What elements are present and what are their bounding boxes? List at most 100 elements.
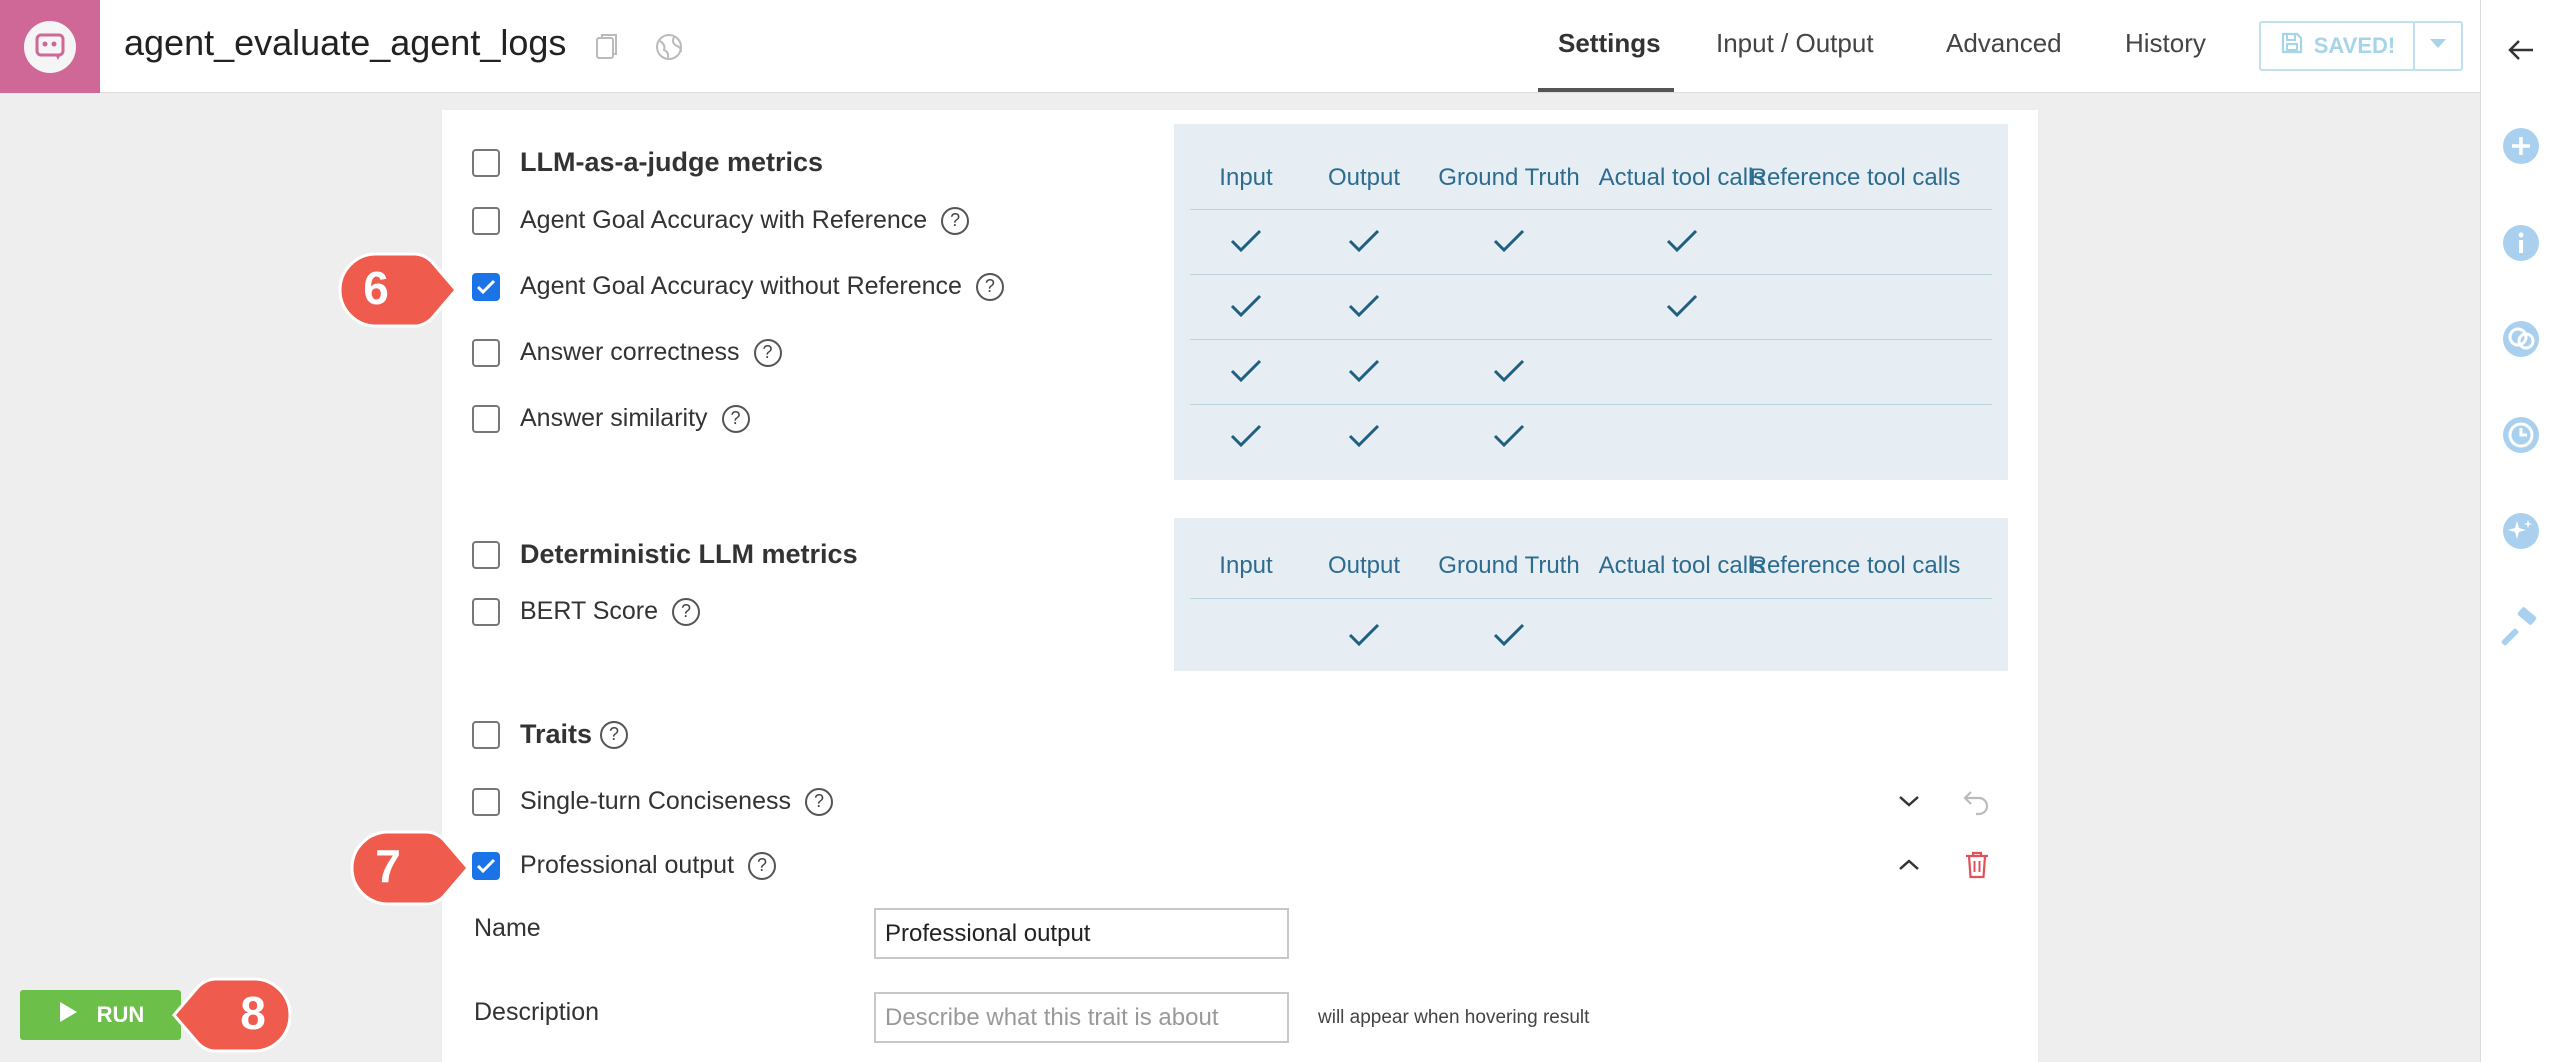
metric-row-goal-accuracy-with-reference: Agent Goal Accuracy with Reference ? — [472, 206, 970, 235]
requirement-check-icon — [1666, 294, 1698, 318]
deterministic-select-all-checkbox[interactable] — [472, 540, 500, 569]
metric-label: Answer correctness — [520, 338, 740, 366]
metric-row-bert-score: BERT Score ? — [472, 597, 701, 626]
tab-settings[interactable]: Settings — [1558, 28, 1661, 59]
table-divider — [1190, 339, 1992, 340]
callout-number: 6 — [363, 262, 389, 314]
active-tab-indicator — [1538, 88, 1674, 92]
trait-label: Single-turn Conciseness — [520, 787, 791, 815]
discussions-icon[interactable] — [2501, 319, 2541, 359]
column-header-output: Output — [1327, 164, 1401, 191]
trait-checkbox[interactable] — [472, 787, 500, 816]
column-header-input: Input — [1219, 164, 1273, 191]
requirement-check-icon — [1348, 623, 1380, 647]
description-field-label: Description — [474, 998, 600, 1026]
expand-chevron-down-icon[interactable] — [1892, 784, 1926, 818]
callout-marker-7: 7 — [348, 828, 472, 908]
tab-input-output[interactable]: Input / Output — [1716, 28, 1874, 59]
metric-label: BERT Score — [520, 597, 659, 625]
llm-judge-select-all-checkbox[interactable] — [472, 148, 500, 177]
callout-marker-6: 6 — [336, 250, 460, 330]
save-options-dropdown[interactable] — [2413, 21, 2463, 71]
recipe-title[interactable]: agent_evaluate_agent_logs — [124, 22, 566, 64]
trait-checkbox[interactable] — [472, 851, 500, 880]
table-divider — [1190, 209, 1992, 210]
help-icon[interactable]: ? — [975, 272, 1004, 301]
agent-evaluation-icon — [24, 20, 76, 73]
metric-checkbox[interactable] — [472, 272, 500, 301]
requirement-check-icon — [1348, 424, 1380, 448]
column-header-ground-truth: Ground Truth — [1438, 552, 1580, 579]
metric-checkbox[interactable] — [472, 597, 500, 626]
help-icon[interactable]: ? — [721, 404, 750, 433]
build-hammer-icon[interactable] — [2501, 607, 2541, 647]
add-icon[interactable] — [2501, 126, 2541, 166]
requirement-check-icon — [1348, 229, 1380, 253]
traits-title: Traits — [520, 719, 593, 749]
top-bar: agent_evaluate_agent_logs Settings Input… — [0, 0, 2480, 93]
metric-checkbox[interactable] — [472, 404, 500, 433]
trait-name-input[interactable] — [874, 908, 1289, 959]
help-icon[interactable]: ? — [941, 206, 970, 235]
save-icon — [2280, 31, 2304, 61]
trait-description-input[interactable] — [874, 992, 1289, 1043]
table-divider — [1190, 274, 1992, 275]
deterministic-requirements-table: Input Output Ground Truth Actual tool ca… — [1174, 518, 2008, 671]
save-button[interactable]: SAVED! — [2259, 21, 2416, 71]
column-header-reference-tool-calls: Reference tool calls — [1749, 164, 1961, 191]
deterministic-section-header: Deterministic LLM metrics — [472, 539, 858, 570]
deterministic-title: Deterministic LLM metrics — [520, 539, 858, 569]
help-icon[interactable]: ? — [804, 787, 833, 816]
trait-label: Professional output — [520, 851, 735, 879]
tab-history[interactable]: History — [2125, 28, 2206, 59]
traits-section-header: Traits ? — [472, 719, 629, 750]
callout-number: 7 — [375, 840, 401, 892]
column-header-actual-tool-calls: Actual tool calls — [1598, 552, 1766, 579]
help-icon[interactable]: ? — [753, 338, 782, 367]
requirement-check-icon — [1230, 424, 1262, 448]
metric-checkbox[interactable] — [472, 338, 500, 367]
help-icon[interactable]: ? — [672, 597, 701, 626]
metric-label: Agent Goal Accuracy without Reference — [520, 272, 962, 300]
description-hint: will appear when hovering result — [1318, 1007, 1590, 1028]
llm-judge-requirements-table: Input Output Ground Truth Actual tool ca… — [1174, 124, 2008, 480]
right-sidebar — [2480, 0, 2560, 1062]
run-button-label: RUN — [96, 1002, 145, 1027]
callout-number: 8 — [240, 987, 266, 1039]
help-icon[interactable]: ? — [600, 720, 629, 749]
metric-checkbox[interactable] — [472, 206, 500, 235]
column-header-actual-tool-calls: Actual tool calls — [1598, 164, 1766, 191]
back-arrow-icon[interactable] — [2501, 30, 2541, 70]
llm-judge-section-header: LLM-as-a-judge metrics — [472, 147, 823, 178]
requirement-check-icon — [1666, 229, 1698, 253]
table-divider — [1190, 598, 1992, 599]
settings-card: LLM-as-a-judge metrics Agent Goal Accura… — [442, 110, 2038, 1062]
info-icon[interactable] — [2501, 223, 2541, 263]
requirement-check-icon — [1230, 359, 1262, 383]
trait-row-single-turn-conciseness: Single-turn Conciseness ? — [472, 787, 833, 816]
requirement-check-icon — [1348, 359, 1380, 383]
save-button-label: SAVED! — [2313, 33, 2396, 58]
timeline-clock-icon[interactable] — [2501, 415, 2541, 455]
play-icon — [57, 1000, 79, 1030]
help-icon[interactable]: ? — [748, 851, 777, 880]
tab-advanced[interactable]: Advanced — [1946, 28, 2062, 59]
metric-row-answer-similarity: Answer similarity ? — [472, 404, 750, 433]
callout-marker-8: 8 — [170, 975, 294, 1055]
globe-icon[interactable] — [652, 30, 686, 64]
metric-row-answer-correctness: Answer correctness ? — [472, 338, 782, 367]
run-button[interactable]: RUN — [20, 990, 181, 1040]
requirement-check-icon — [1493, 424, 1525, 448]
column-header-reference-tool-calls: Reference tool calls — [1749, 552, 1961, 579]
ai-sparkle-icon[interactable] — [2501, 511, 2541, 551]
requirement-check-icon — [1348, 294, 1380, 318]
caret-down-icon — [2428, 37, 2448, 56]
delete-trash-icon[interactable] — [1960, 848, 1994, 882]
llm-judge-title: LLM-as-a-judge metrics — [520, 147, 824, 177]
recipe-type-logo[interactable] — [0, 0, 100, 93]
undo-icon[interactable] — [1960, 784, 1994, 818]
collapse-chevron-up-icon[interactable] — [1892, 848, 1926, 882]
traits-select-all-checkbox[interactable] — [472, 720, 500, 749]
copy-icon[interactable] — [590, 30, 624, 64]
table-divider — [1190, 404, 1992, 405]
